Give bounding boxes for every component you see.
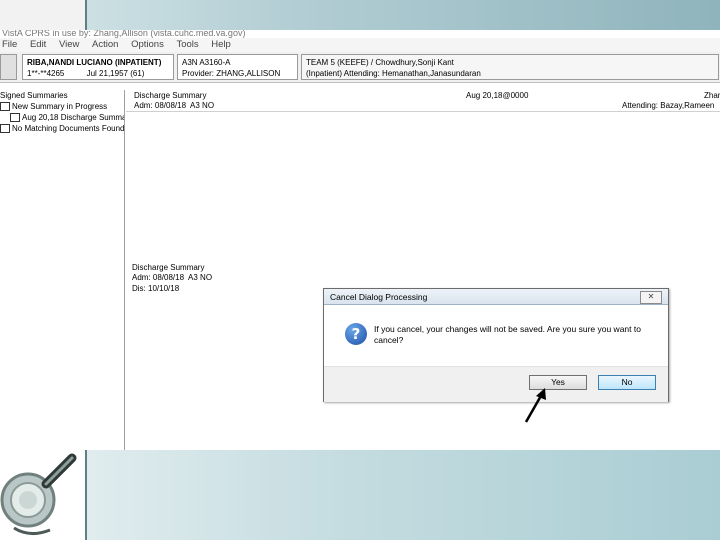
no-button[interactable]: No bbox=[598, 375, 656, 390]
tree-item-discharge-summary[interactable]: Aug 20,18 Discharge Summary bbox=[0, 112, 124, 123]
patient-button[interactable]: RIBA,NANDI LUCIANO (INPATIENT) 1**-**426… bbox=[22, 54, 174, 80]
team-button[interactable]: TEAM 5 (KEEFE) / Chowdhury,Sonji Kant (I… bbox=[301, 54, 719, 80]
question-icon: ? bbox=[345, 323, 367, 345]
menu-tools[interactable]: Tools bbox=[176, 39, 198, 50]
document-right-label: Zhan bbox=[704, 91, 720, 100]
document-admission: Adm: 08/08/18 A3 NO bbox=[134, 101, 215, 110]
summary-folder-icon bbox=[0, 124, 10, 134]
patient-dob: Jul 21,1957 (61) bbox=[86, 69, 145, 78]
window-title: VistA CPRS in use by: Zhang,Allison (vis… bbox=[2, 30, 246, 38]
tree-item-label: New Summary in Progress bbox=[12, 102, 108, 111]
team-line1: TEAM 5 (KEEFE) / Chowdhury,Sonji Kant bbox=[306, 58, 454, 67]
menu-view[interactable]: View bbox=[59, 39, 79, 50]
slide-top-corner bbox=[0, 0, 87, 30]
tree-item-new-summary[interactable]: New Summary in Progress bbox=[0, 101, 124, 112]
tree-item-label: Aug 20,18 Discharge Summary bbox=[22, 113, 124, 122]
provider-name: Provider: ZHANG,ALLISON bbox=[182, 69, 281, 78]
pointer-arrow-icon bbox=[524, 388, 546, 423]
menu-edit[interactable]: Edit bbox=[30, 39, 46, 50]
menu-bar: File Edit View Action Options Tools Help bbox=[0, 38, 720, 52]
dialog-message: If you cancel, your changes will not be … bbox=[374, 324, 641, 345]
menu-action[interactable]: Action bbox=[92, 39, 118, 50]
stethoscope-logo bbox=[0, 450, 87, 540]
team-line2: (Inpatient) Attending: Hemanathan,Janasu… bbox=[306, 69, 481, 78]
header-icon[interactable] bbox=[0, 54, 17, 80]
patient-ward: A3N A3160-A bbox=[182, 58, 231, 67]
summary-folder-icon bbox=[0, 102, 10, 112]
tree-item-label: No Matching Documents Found bbox=[12, 124, 124, 133]
patient-ssn: 1**-**4265 bbox=[27, 69, 65, 78]
tree-item-no-matching[interactable]: No Matching Documents Found bbox=[0, 123, 124, 134]
tree-root-label: Signed Summaries bbox=[0, 91, 68, 100]
tree-root[interactable]: Signed Summaries bbox=[0, 90, 124, 101]
dialog-footer: Yes No bbox=[324, 366, 668, 402]
document-date: Aug 20,18@0000 bbox=[466, 91, 529, 100]
close-icon[interactable]: ✕ bbox=[640, 291, 662, 304]
slide-bottom-band bbox=[0, 450, 720, 540]
patient-name: RIBA,NANDI LUCIANO (INPATIENT) bbox=[27, 58, 162, 67]
menu-options[interactable]: Options bbox=[131, 39, 164, 50]
document-header: Discharge Summary Adm: 08/08/18 A3 NO Au… bbox=[126, 90, 720, 122]
notes-tree[interactable]: Signed Summaries New Summary in Progress… bbox=[0, 90, 125, 450]
stethoscope-icon bbox=[0, 450, 85, 540]
slide-top-band bbox=[0, 0, 720, 30]
menu-help[interactable]: Help bbox=[211, 39, 231, 50]
location-button[interactable]: A3N A3160-A Provider: ZHANG,ALLISON bbox=[177, 54, 298, 80]
menu-file[interactable]: File bbox=[2, 39, 17, 50]
cancel-dialog: Cancel Dialog Processing ✕ ? If you canc… bbox=[323, 288, 669, 402]
patient-header: RIBA,NANDI LUCIANO (INPATIENT) 1**-**426… bbox=[0, 52, 720, 83]
document-author: Attending: Bazay,Rameen bbox=[622, 101, 715, 110]
document-icon bbox=[10, 113, 20, 123]
dialog-title: Cancel Dialog Processing bbox=[324, 289, 668, 305]
body-admission: Adm: 08/08/18 A3 NO Dis: 10/10/18 bbox=[132, 273, 213, 293]
header-divider bbox=[126, 111, 720, 112]
